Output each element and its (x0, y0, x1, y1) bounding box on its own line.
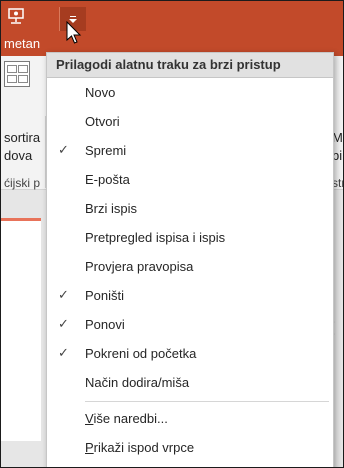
customize-qat-menu: Prilagodi alatnu traku za brzi pristup N… (46, 52, 334, 467)
menu-item-provjera-pravopisa[interactable]: Provjera pravopisa (47, 252, 333, 281)
menu-item-label: Spremi (85, 143, 127, 158)
menu-item-spremi[interactable]: ✓ Spremi (47, 136, 333, 165)
menu-item-label: Više naredbi... (85, 411, 168, 426)
menu-item-novo[interactable]: Novo (47, 78, 333, 107)
access-key: P (85, 440, 94, 455)
menu-item-label: Ponovi (85, 317, 125, 332)
menu-item-label: Poništi (85, 288, 125, 303)
menu-separator (85, 401, 329, 402)
dropdown-bar-icon (70, 16, 76, 17)
menu-item-label: Pretpregled ispisa i ispis (85, 230, 226, 245)
menu-item-label: Novo (85, 85, 116, 100)
menu-item-label: Način dodira/miša (85, 375, 190, 390)
menu-header: Prilagodi alatnu traku za brzi pristup (47, 53, 333, 78)
menu-item-label-rest: rikaži ispod vrpce (93, 440, 195, 455)
menu-item-e-posta[interactable]: E-pošta (47, 165, 333, 194)
menu-item-otvori[interactable]: Otvori (47, 107, 333, 136)
menu-item-ponisti[interactable]: ✓ Poništi (47, 281, 333, 310)
mouse-cursor-icon (66, 20, 84, 49)
menu-item-ponovi[interactable]: ✓ Ponovi (47, 310, 333, 339)
menu-item-label-rest: iše naredbi... (93, 411, 168, 426)
window-frame: metan sortira dova ćijski p M bi str - -… (0, 0, 344, 468)
ribbon-button-label-line2: dova (4, 148, 33, 163)
menu-item-pokreni-od-pocetka[interactable]: ✓ Pokreni od početka (47, 339, 333, 368)
slide-thumbnail[interactable] (1, 218, 41, 441)
ribbon-group-label: ćijski p (4, 176, 41, 190)
grid-layout-icon[interactable] (4, 61, 30, 87)
menu-item-label: Provjera pravopisa (85, 259, 194, 274)
menu-item-vise-naredbi[interactable]: Više naredbi... (47, 404, 333, 433)
ribbon-button-label-line1: sortira (4, 130, 41, 145)
menu-item-label: Brzi ispis (85, 201, 138, 216)
checkmark-icon: ✓ (58, 345, 69, 360)
menu-item-label: Otvori (85, 114, 120, 129)
menu-item-nacin-dodira[interactable]: Način dodira/miša (47, 368, 333, 397)
menu-title: Prilagodi alatnu traku za brzi pristup (56, 57, 281, 72)
checkmark-icon: ✓ (58, 316, 69, 331)
menu-item-brzi-ispis[interactable]: Brzi ispis (47, 194, 333, 223)
ribbon-tab-partial[interactable]: metan (4, 36, 40, 51)
menu-item-label: Pokreni od početka (85, 346, 197, 361)
slideshow-icon[interactable] (7, 7, 27, 25)
title-bar (1, 1, 343, 32)
menu-item-label: Prikaži ispod vrpce (85, 440, 194, 455)
checkmark-icon: ✓ (58, 287, 69, 302)
menu-item-label: E-pošta (85, 172, 130, 187)
menu-item-pretpregled-ispisa[interactable]: Pretpregled ispisa i ispis (47, 223, 333, 252)
menu-item-prikazi-ispod-vrpce[interactable]: Prikaži ispod vrpce (47, 433, 333, 462)
checkmark-icon: ✓ (58, 142, 69, 157)
